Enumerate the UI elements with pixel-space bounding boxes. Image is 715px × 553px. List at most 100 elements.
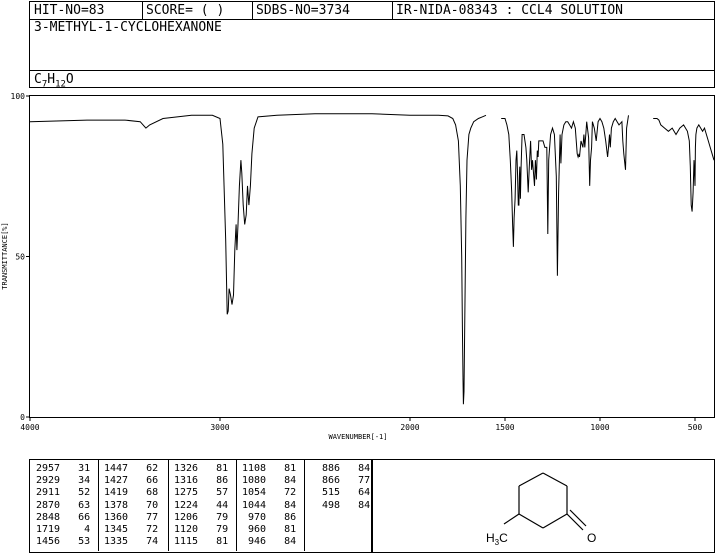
peak-transmittance: 68 <box>128 487 159 499</box>
peak-wavenumber: 1108 <box>242 463 267 474</box>
peak-column: 886 84 866 77 515 64 498 84 <box>316 463 370 548</box>
peak-wavenumber: 1378 <box>104 499 129 511</box>
peak-wavenumber: 960 <box>242 524 267 536</box>
peak-column: 1326 81 1316 86 1275 57 1224 44 1206 79 1120 … <box>174 463 228 548</box>
peak-row: 1316 86 <box>174 475 228 487</box>
peak-row: 1326 81 <box>174 463 228 475</box>
peak-row <box>316 524 370 536</box>
peak-row: 515 64 <box>316 487 370 499</box>
peak-wavenumber: 970 <box>242 511 267 523</box>
peak-column: 2957 31 2929 34 2911 52 2870 63 2848 66 1719 … <box>36 463 90 548</box>
peak-transmittance: 81 <box>266 463 297 474</box>
peak-wavenumber <box>316 536 340 547</box>
peak-transmittance: 72 <box>266 487 297 499</box>
peak-transmittance: 81 <box>198 536 229 548</box>
peak-row: 1447 62 <box>104 463 158 475</box>
peak-wavenumber: 866 <box>316 475 341 487</box>
ir-nida-cell: IR-NIDA-08343 : CCL4 SOLUTION <box>396 3 623 18</box>
spectrum-segment-1 <box>29 113 487 405</box>
peak-transmittance: 81 <box>198 463 229 474</box>
peak-transmittance: 34 <box>60 475 91 487</box>
carbonyl-oxygen: O <box>587 531 596 545</box>
header-table: HIT-NO=83 SCORE= ( ) SDBS-NO=3734 IR-NID… <box>29 1 715 90</box>
plot-frame <box>29 95 715 418</box>
peak-row: 1719 4 <box>36 524 90 536</box>
peak-row: 1360 77 <box>104 512 158 524</box>
peak-row: 1456 53 <box>36 536 90 548</box>
y-tick-label: 0 <box>20 413 25 422</box>
peak-transmittance: 62 <box>128 463 159 474</box>
peak-transmittance: 84 <box>266 499 297 511</box>
x-tick-label: 500 <box>688 423 703 432</box>
peak-wavenumber: 1120 <box>174 524 199 536</box>
compound-name: 3-METHYL-1-CYCLOHEXANONE <box>34 20 222 35</box>
peak-transmittance: 79 <box>198 511 229 523</box>
peak-row: 1054 72 <box>242 487 296 499</box>
peak-row: 1378 70 <box>104 500 158 512</box>
peak-row: 2870 63 <box>36 500 90 512</box>
peak-row: 1080 84 <box>242 475 296 487</box>
peak-transmittance: 84 <box>340 499 371 511</box>
spectrum-segment-2 <box>501 115 629 276</box>
peak-transmittance: 57 <box>198 487 229 499</box>
peak-row: 498 84 <box>316 500 370 512</box>
peak-row: 2957 31 <box>36 463 90 475</box>
peak-row: 1345 72 <box>104 524 158 536</box>
peak-transmittance <box>340 536 370 547</box>
peak-wavenumber: 886 <box>316 463 341 474</box>
peak-wavenumber: 515 <box>316 487 341 499</box>
peak-wavenumber: 1360 <box>104 511 129 523</box>
y-axis-ticks: 0 50 100 <box>11 92 30 422</box>
peak-column-divider <box>168 459 169 551</box>
peak-transmittance <box>340 524 370 535</box>
peak-transmittance: 44 <box>198 499 229 511</box>
peak-row: 946 84 <box>242 536 296 548</box>
score-cell: SCORE= ( ) <box>146 3 225 18</box>
peak-row: 1115 81 <box>174 536 228 548</box>
peak-row <box>316 536 370 548</box>
peak-row: 960 81 <box>242 524 296 536</box>
peak-transmittance: 70 <box>128 499 159 511</box>
peak-wavenumber: 1080 <box>242 475 267 487</box>
peak-transmittance: 64 <box>340 487 371 499</box>
chemical-structure: H3C O <box>486 472 596 547</box>
sdbs-no-cell: SDBS-NO=3734 <box>256 3 350 18</box>
x-tick-label: 2000 <box>400 423 419 432</box>
peak-wavenumber: 1224 <box>174 499 199 511</box>
peak-row: 970 86 <box>242 512 296 524</box>
peak-wavenumber: 1447 <box>104 463 129 474</box>
x-axis-label: WAVENUMBER[-1] <box>328 433 387 441</box>
peak-column: 1447 62 1427 66 1419 68 1378 70 1360 77 1345 … <box>104 463 158 548</box>
peak-wavenumber: 1719 <box>36 524 61 536</box>
peak-row: 1419 68 <box>104 487 158 499</box>
peak-wavenumber: 1427 <box>104 475 129 487</box>
peak-row: 2911 52 <box>36 487 90 499</box>
peak-row: 2929 34 <box>36 475 90 487</box>
peak-wavenumber <box>316 512 340 523</box>
peak-row: 886 84 <box>316 463 370 475</box>
peak-wavenumber: 1044 <box>242 499 267 511</box>
y-tick-label: 100 <box>11 92 26 101</box>
peak-wavenumber: 1345 <box>104 524 129 536</box>
peak-transmittance: 74 <box>128 536 159 548</box>
peak-wavenumber: 2911 <box>36 487 61 499</box>
x-tick-label: 1000 <box>590 423 609 432</box>
x-tick-label: 4000 <box>20 423 39 432</box>
x-tick-label: 3000 <box>210 423 229 432</box>
peak-transmittance: 81 <box>266 524 297 536</box>
peak-transmittance: 84 <box>340 463 371 474</box>
peak-row: 1275 57 <box>174 487 228 499</box>
peak-wavenumber <box>316 524 340 535</box>
peak-transmittance: 52 <box>60 487 91 499</box>
peak-transmittance: 53 <box>60 536 91 548</box>
peak-row: 1335 74 <box>104 536 158 548</box>
peak-transmittance: 4 <box>60 524 91 536</box>
peak-wavenumber: 2870 <box>36 499 61 511</box>
peak-transmittance: 86 <box>266 511 297 523</box>
ir-spectrum-chart: 4000 3000 2000 1500 1000 500 0 50 100 WAVENUMBE… <box>1 92 715 441</box>
peak-wavenumber: 1456 <box>36 536 61 548</box>
peak-column-divider <box>304 459 305 551</box>
structure-box: H3C O <box>372 459 715 553</box>
peak-transmittance: 86 <box>198 475 229 487</box>
peak-wavenumber: 2957 <box>36 463 61 474</box>
